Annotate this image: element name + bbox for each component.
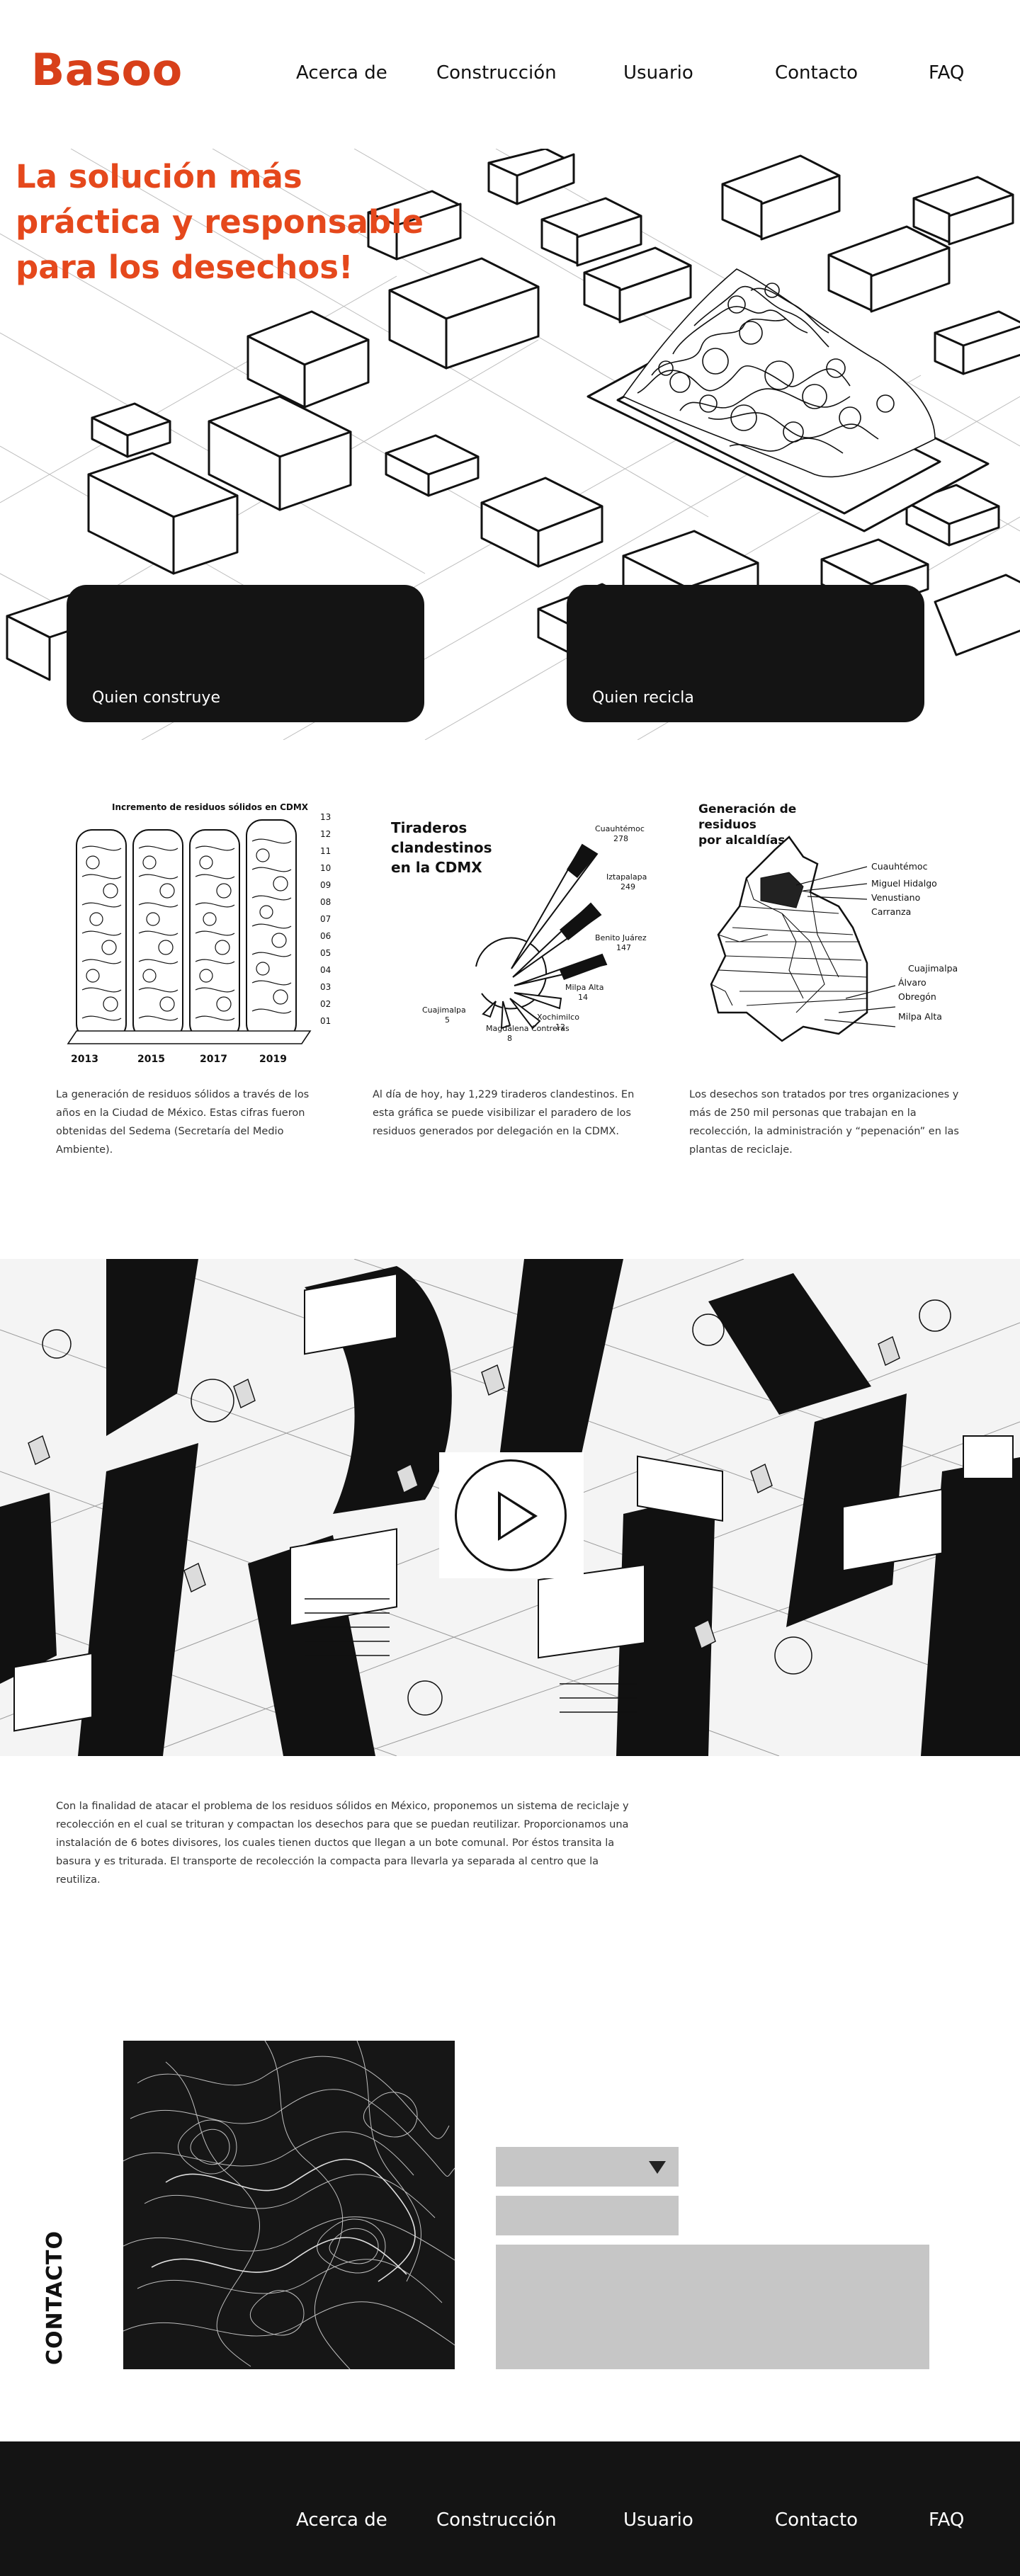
footer-nav-contacto[interactable]: Contacto xyxy=(775,2509,858,2531)
year-2017: 2017 xyxy=(200,1054,227,1065)
contact-heading: CONTACTO xyxy=(42,2230,67,2365)
svg-text:Xochimilco: Xochimilco xyxy=(537,1013,579,1022)
svg-text:08: 08 xyxy=(320,897,331,907)
logo[interactable]: Basoo xyxy=(31,44,183,96)
svg-text:5: 5 xyxy=(445,1015,450,1025)
hero-title: La solución más práctica y responsable p… xyxy=(16,158,424,286)
svg-text:01: 01 xyxy=(320,1016,331,1026)
svg-text:13: 13 xyxy=(320,812,331,822)
svg-text:Álvaro: Álvaro xyxy=(898,977,926,988)
svg-text:02: 02 xyxy=(320,999,331,1009)
svg-text:11: 11 xyxy=(320,846,331,856)
svg-text:por alcaldías: por alcaldías xyxy=(698,833,785,848)
svg-text:Generación de: Generación de xyxy=(698,802,796,816)
topic-select[interactable] xyxy=(496,2147,679,2187)
nav-construccion[interactable]: Construcción xyxy=(436,62,557,84)
svg-text:04: 04 xyxy=(320,965,331,975)
svg-text:03: 03 xyxy=(320,982,331,992)
fig1-title: Incremento de residuos sólidos en CDMX xyxy=(112,802,309,812)
svg-text:Cuauhtémoc: Cuauhtémoc xyxy=(871,861,928,872)
svg-text:Venustiano: Venustiano xyxy=(871,892,920,903)
waste-growth-figure: Incremento de residuos sólidos en CDMX 2… xyxy=(67,802,331,1065)
chevron-down-icon xyxy=(649,2161,666,2174)
svg-text:Cuajimalpa: Cuajimalpa xyxy=(908,963,958,974)
svg-text:249: 249 xyxy=(620,882,635,891)
builder-card-label: Quien construye xyxy=(92,689,220,707)
builder-card[interactable]: Quien construye xyxy=(67,585,424,722)
recycler-card[interactable]: Quien recicla xyxy=(567,585,924,722)
svg-text:Magdalena Contreras: Magdalena Contreras xyxy=(486,1024,570,1033)
svg-text:12: 12 xyxy=(320,829,331,839)
nav-acerca[interactable]: Acerca de xyxy=(296,62,387,84)
illegal-dumps-figure: Tiraderos clandestinos en la CDMX Cuauht… xyxy=(391,819,647,1043)
svg-text:clandestinos: clandestinos xyxy=(391,839,492,856)
svg-text:residuos: residuos xyxy=(698,818,756,832)
svg-text:Carranza: Carranza xyxy=(871,906,911,917)
year-2019: 2019 xyxy=(259,1054,287,1065)
year-2013: 2013 xyxy=(71,1054,98,1065)
svg-text:Miguel Hidalgo: Miguel Hidalgo xyxy=(871,878,937,889)
svg-text:Obregón: Obregón xyxy=(898,991,936,1002)
nav-usuario[interactable]: Usuario xyxy=(623,62,693,84)
svg-text:Tiraderos: Tiraderos xyxy=(391,819,467,836)
footer-nav-acerca[interactable]: Acerca de xyxy=(296,2509,387,2531)
contour-lines xyxy=(123,2041,455,2369)
play-icon xyxy=(455,1459,567,1571)
svg-text:09: 09 xyxy=(320,880,331,890)
svg-text:Benito Juárez: Benito Juárez xyxy=(595,933,647,942)
play-triangle-icon xyxy=(498,1491,538,1541)
svg-text:Milpa Alta: Milpa Alta xyxy=(898,1011,942,1022)
svg-text:05: 05 xyxy=(320,948,331,958)
svg-text:14: 14 xyxy=(578,993,588,1002)
footer-nav-faq[interactable]: FAQ xyxy=(929,2509,964,2531)
svg-text:Milpa Alta: Milpa Alta xyxy=(565,983,604,992)
fig3-description: Los desechos son tratados por tres organ… xyxy=(689,1089,959,1156)
nav-contacto[interactable]: Contacto xyxy=(775,62,858,84)
svg-text:10: 10 xyxy=(320,863,331,873)
svg-text:Iztapalapa: Iztapalapa xyxy=(606,872,647,882)
svg-text:278: 278 xyxy=(613,834,628,843)
svg-text:147: 147 xyxy=(616,943,631,952)
video-section[interactable] xyxy=(0,1259,1020,1756)
svg-text:8: 8 xyxy=(507,1034,512,1043)
recycler-card-label: Quien recicla xyxy=(592,689,694,707)
svg-text:Cuauhtémoc: Cuauhtémoc xyxy=(595,824,645,833)
nav-faq[interactable]: FAQ xyxy=(929,62,964,84)
year-2015: 2015 xyxy=(137,1054,165,1065)
svg-text:07: 07 xyxy=(320,914,331,924)
fig1-description: La generación de residuos sólidos a trav… xyxy=(56,1089,310,1156)
svg-text:en la CDMX: en la CDMX xyxy=(391,859,482,876)
svg-text:Cuajimalpa: Cuajimalpa xyxy=(422,1005,466,1015)
waste-by-borough-figure: Generación de residuos por alcaldías Cua… xyxy=(698,802,958,1042)
svg-text:06: 06 xyxy=(320,931,331,941)
play-button[interactable] xyxy=(439,1452,584,1578)
email-field[interactable] xyxy=(496,2196,679,2235)
message-textarea[interactable] xyxy=(496,2245,929,2369)
site-footer: Acerca de Construcción Usuario Contacto … xyxy=(0,2441,1020,2576)
topographic-map xyxy=(123,2041,455,2369)
project-description: Con la finalidad de atacar el problema d… xyxy=(56,1801,629,1886)
footer-nav-construccion[interactable]: Construcción xyxy=(436,2509,557,2531)
site-header: Basoo Acerca de Construcción Usuario Con… xyxy=(0,0,1020,149)
footer-nav-usuario[interactable]: Usuario xyxy=(623,2509,693,2531)
fig2-description: Al día de hoy, hay 1,229 tiraderos cland… xyxy=(373,1089,635,1137)
hero-section: La solución más práctica y responsable p… xyxy=(0,149,1020,740)
